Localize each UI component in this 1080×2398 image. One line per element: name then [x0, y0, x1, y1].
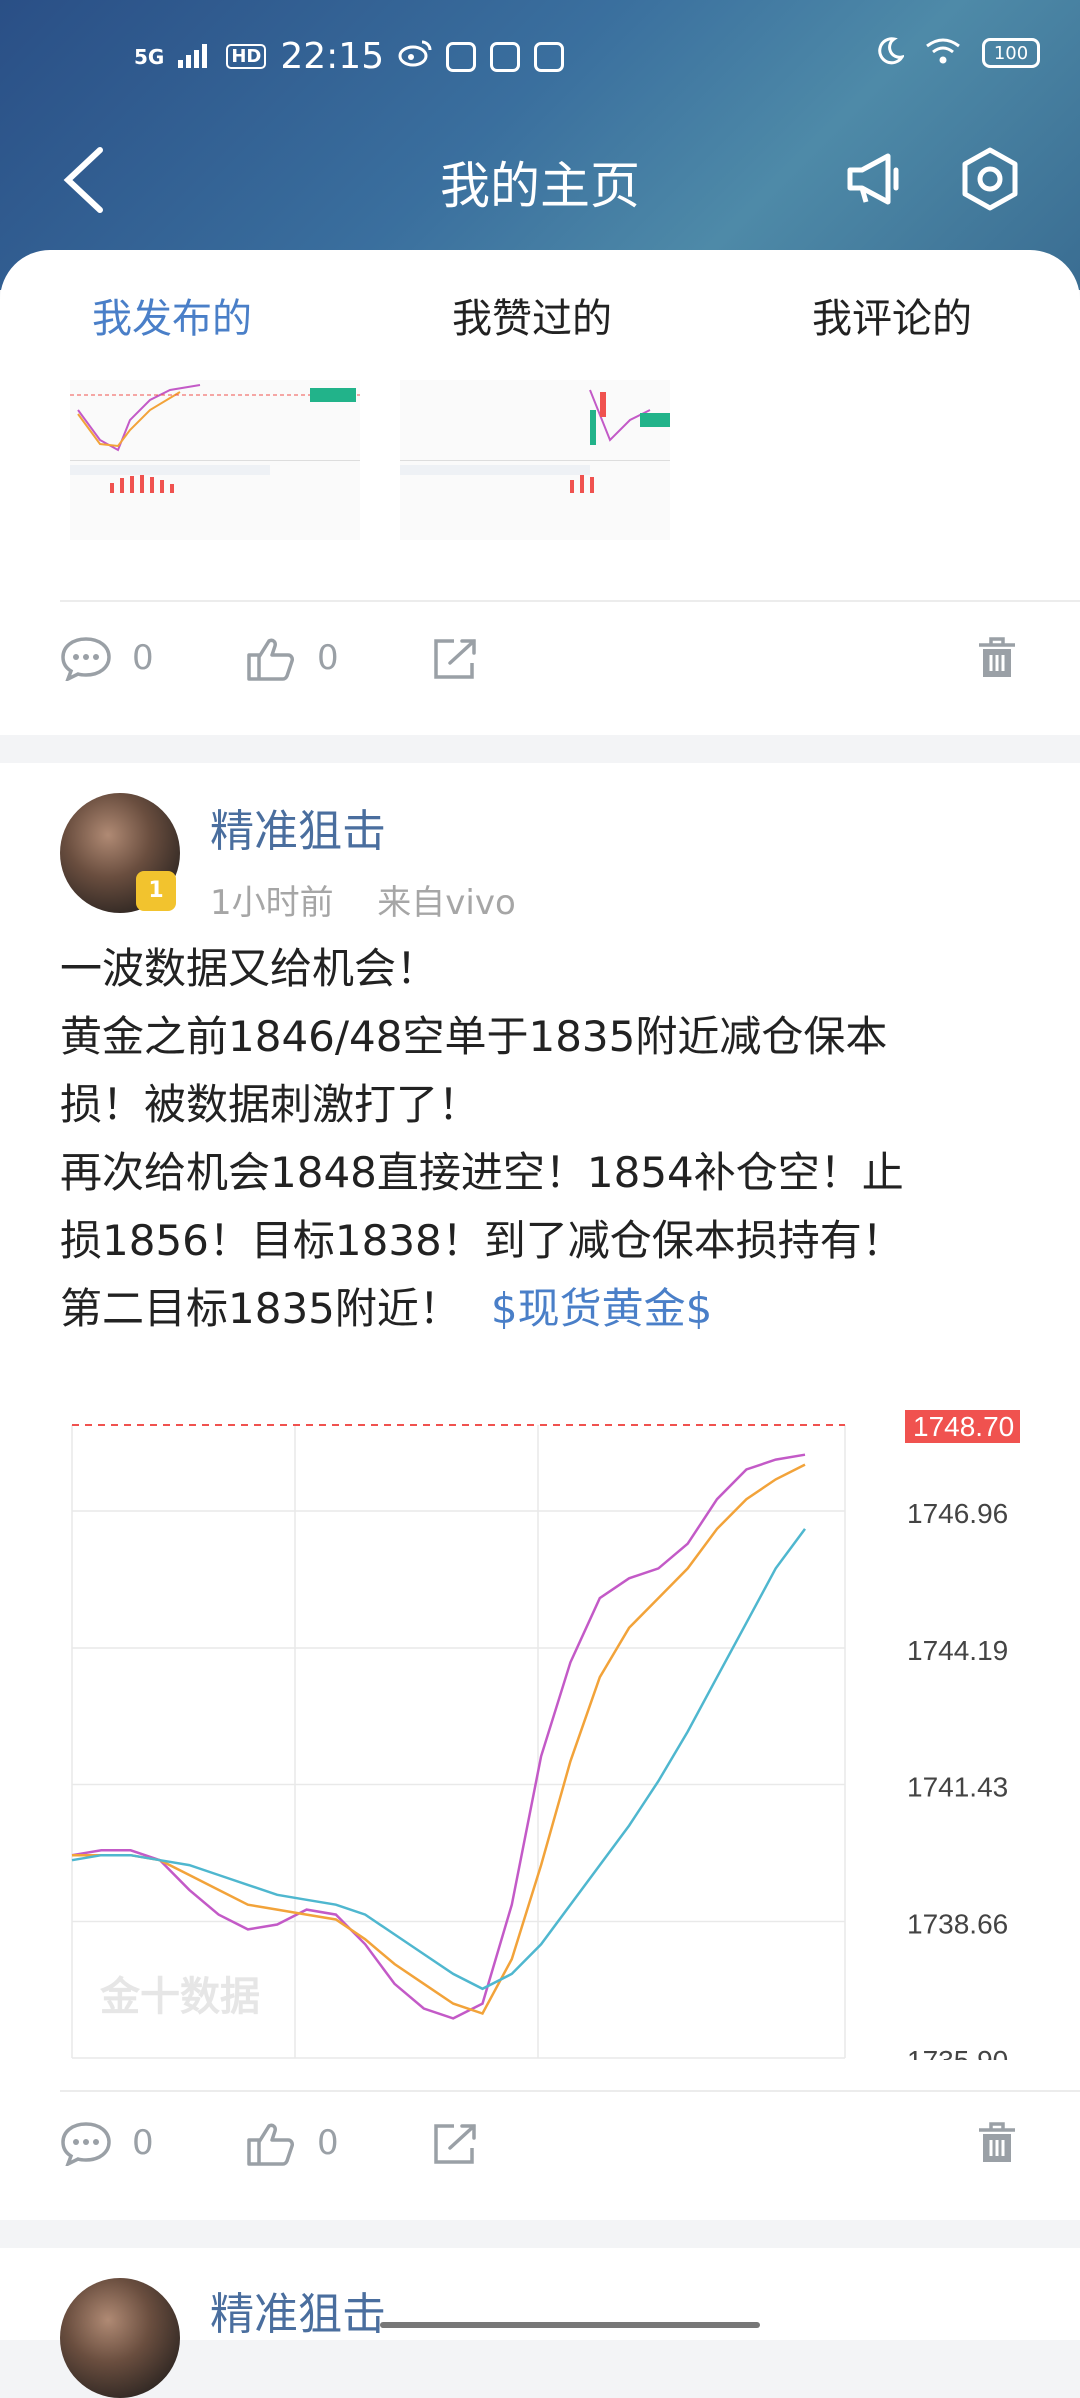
trash-icon [979, 2122, 1015, 2162]
comment-button[interactable]: 0 [60, 2120, 154, 2166]
author-name[interactable]: 精准狙击 [210, 2278, 386, 2342]
divider [60, 2090, 1080, 2092]
divider [60, 600, 1080, 602]
current-price-label: 1748.70 [913, 1411, 1014, 1442]
delete-button[interactable] [975, 2120, 1019, 2166]
signal-icon [178, 36, 212, 77]
post-actions: 0 0 [0, 2120, 1080, 2190]
header: 5G HD 22:15 100 我的主页 [0, 0, 1080, 290]
comment-count: 0 [132, 2123, 154, 2163]
post-actions: 0 0 [0, 635, 1080, 705]
like-button[interactable]: 0 [245, 635, 339, 681]
post-thumbnails [70, 380, 686, 540]
comment-count: 0 [132, 638, 154, 678]
post-line: 一波数据又给机会！ [60, 944, 439, 993]
announcement-button[interactable] [842, 144, 912, 214]
y-tick-label: 1738.66 [907, 1909, 1008, 1940]
thumbnail-charts [70, 380, 686, 540]
author-name[interactable]: 精准狙击 [210, 795, 386, 859]
mail-app-icon [534, 41, 565, 72]
share-icon [434, 2124, 476, 2164]
like-button[interactable]: 0 [245, 2120, 339, 2166]
like-count: 0 [317, 638, 339, 678]
trash-icon [979, 637, 1015, 677]
calendar-app-icon [490, 41, 521, 72]
gear-icon [962, 147, 1018, 211]
moving-average-line [71, 1453, 806, 2020]
y-tick-label: 1746.96 [907, 1498, 1008, 1529]
weibo-icon [398, 36, 432, 77]
video-app-icon [446, 41, 477, 72]
comment-icon [61, 2122, 111, 2166]
tab-my-posts[interactable]: 我发布的 [92, 286, 252, 344]
section-gap [0, 735, 1080, 763]
thumbs-up-icon [247, 2123, 294, 2166]
network-indicator: 5G [134, 44, 165, 69]
comment-icon [61, 637, 111, 681]
y-tick-label: 1741.43 [907, 1772, 1008, 1803]
post-line: 黄金之前1846/48空单于1835附近减仓保本 [60, 1012, 888, 1061]
post-line: 损1856！目标1838！到了减仓保本损持有！ [60, 1216, 904, 1265]
post-line: 再次给机会1848直接进空！1854补仓空！止 [60, 1148, 904, 1197]
battery-indicator: 100 [982, 38, 1040, 68]
post-source: 来自vivo [377, 883, 516, 923]
home-indicator[interactable] [380, 2322, 760, 2328]
share-button[interactable] [430, 2120, 482, 2166]
post-meta: 1小时前 来自vivo [210, 875, 516, 924]
status-bar: 5G HD 22:15 100 [0, 36, 1080, 86]
share-button[interactable] [430, 635, 482, 681]
tab-my-likes[interactable]: 我赞过的 [452, 286, 612, 344]
megaphone-icon [847, 153, 899, 205]
delete-button[interactable] [975, 635, 1019, 681]
like-count: 0 [317, 2123, 339, 2163]
hd-indicator: HD [226, 44, 267, 69]
post-header: 1 精准狙击 1小时前 来自vivo [60, 793, 1060, 923]
chart-watermark: 金十数据 [99, 1974, 260, 2020]
avatar[interactable] [60, 2278, 180, 2398]
chart-svg: 1746.96 1744.19 1741.43 1738.66 1735.90 1748.… [71, 1407, 1038, 2076]
level-badge: 1 [136, 871, 176, 911]
y-tick-label: 1744.19 [907, 1635, 1008, 1666]
moving-average-line [71, 1528, 807, 1991]
share-icon [434, 639, 476, 679]
tab-my-comments[interactable]: 我评论的 [812, 286, 972, 344]
wifi-icon [924, 36, 962, 70]
section-gap [0, 2220, 1080, 2248]
post-time: 1小时前 [210, 883, 334, 923]
page-title: 我的主页 [440, 157, 640, 215]
thumbs-up-icon [247, 638, 294, 681]
clock: 22:15 [280, 36, 385, 77]
moving-average-line [72, 1463, 806, 2016]
post-line: 第二目标1835附近！ [60, 1284, 461, 1333]
moon-icon [874, 36, 906, 70]
y-tick-label: 1735.90 [907, 2045, 1008, 2060]
comment-button[interactable]: 0 [60, 635, 154, 681]
topic-tag[interactable]: $现货黄金$ [491, 1284, 712, 1333]
price-chart[interactable]: 1746.96 1744.19 1741.43 1738.66 1735.90 1748.… [60, 1407, 1038, 2076]
tab-bar: 我发布的 我赞过的 我评论的 [0, 286, 1080, 346]
post-line: 损！被数据刺激打了！ [60, 1080, 481, 1129]
post-content: 一波数据又给机会！ 黄金之前1846/48空单于1835附近减仓保本 损！被数据… [60, 935, 1020, 1343]
settings-button[interactable] [955, 144, 1025, 214]
